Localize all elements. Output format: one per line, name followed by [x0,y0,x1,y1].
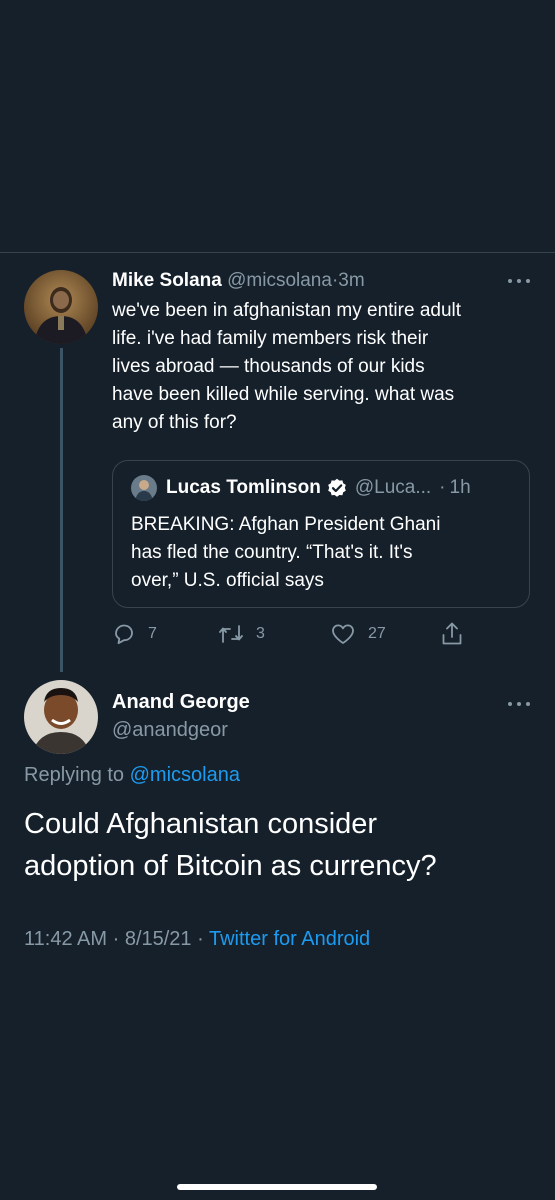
quoted-separator: · [439,477,446,498]
home-indicator[interactable] [177,1184,377,1190]
like-count: 27 [368,625,386,642]
tweet2-author-name[interactable]: Anand George [112,691,250,714]
tweet1-timestamp[interactable]: 3m [338,270,364,291]
tweet1-author-handle[interactable]: @micsolana [227,270,332,291]
tweet1-text-line: we've been in afghanistan my entire adul… [112,300,462,321]
quoted-author-name: Lucas Tomlinson [166,477,321,498]
replying-to-link[interactable]: @micsolana [130,764,240,786]
thread-connector-line [60,348,63,672]
avatar-lucas-tomlinson[interactable] [131,475,157,501]
tweet1-text-line: life. i've had family members risk their [112,328,429,349]
heart-icon [332,624,354,644]
quoted-author-handle: @Luca... [354,477,432,498]
replying-to-line: Replying to @micsolana [24,764,240,787]
verified-badge-icon [327,478,347,498]
tweet2-text-line: adoption of Bitcoin as currency? [24,850,437,882]
tweet1-text-line: have been killed while serving. what was [112,384,455,405]
tweet1-text-line: any of this for? [112,412,237,433]
tweet2-author-handle[interactable]: @anandgeor [112,719,228,742]
like-button[interactable]: 27 [330,620,386,648]
tweet2-source-link[interactable]: Twitter for Android [209,928,370,950]
tweet2-date[interactable]: 8/15/21 [125,928,192,950]
top-divider [0,252,555,253]
tweet2-time[interactable]: 11:42 AM [24,928,107,950]
tweet1-text: we've been in afghanistan my entire adul… [112,297,537,437]
reply-count: 7 [148,625,157,642]
share-icon [442,622,462,645]
tweet1-more-options-icon[interactable] [508,277,530,285]
reply-button[interactable]: 7 [112,620,157,648]
retweet-button[interactable]: 3 [218,620,265,648]
share-button[interactable] [440,620,464,648]
quoted-text-line: over,” U.S. official says [131,570,324,591]
tweet2-metadata: 11:42 AM · 8/15/21 · Twitter for Android [24,928,370,951]
tweet2-more-options-icon[interactable] [508,700,530,708]
avatar-mike-solana[interactable] [24,270,98,344]
reply-icon [115,624,133,645]
meta-separator: · [197,928,204,950]
tweet1-text-line: lives abroad — thousands of our kids [112,356,425,377]
quoted-tweet-text: BREAKING: Afghan President Ghani has fle… [131,511,521,595]
tweet1-header: Mike Solana @micsolana·3m [112,268,365,294]
replying-to-prefix: Replying to [24,764,125,786]
quoted-tweet-card[interactable]: Lucas Tomlinson @Luca... · 1h BREAKING: A… [112,460,530,608]
tweet2-text: Could Afghanistan consider adoption of B… [24,803,534,887]
tweet1-author-name[interactable]: Mike Solana [112,270,222,291]
meta-separator: · [112,928,120,950]
quoted-text-line: has fled the country. “That's it. It's [131,542,413,563]
quoted-text-line: BREAKING: Afghan President Ghani [131,514,441,535]
tweet2-text-line: Could Afghanistan consider [24,808,378,840]
quoted-tweet-header: Lucas Tomlinson @Luca... · 1h [131,475,471,501]
retweet-icon [219,625,243,643]
tweet1-action-bar: 7 3 27 [112,620,482,648]
avatar-anand-george[interactable] [24,680,98,754]
retweet-count: 3 [256,625,265,642]
quoted-timestamp: 1h [449,477,471,498]
